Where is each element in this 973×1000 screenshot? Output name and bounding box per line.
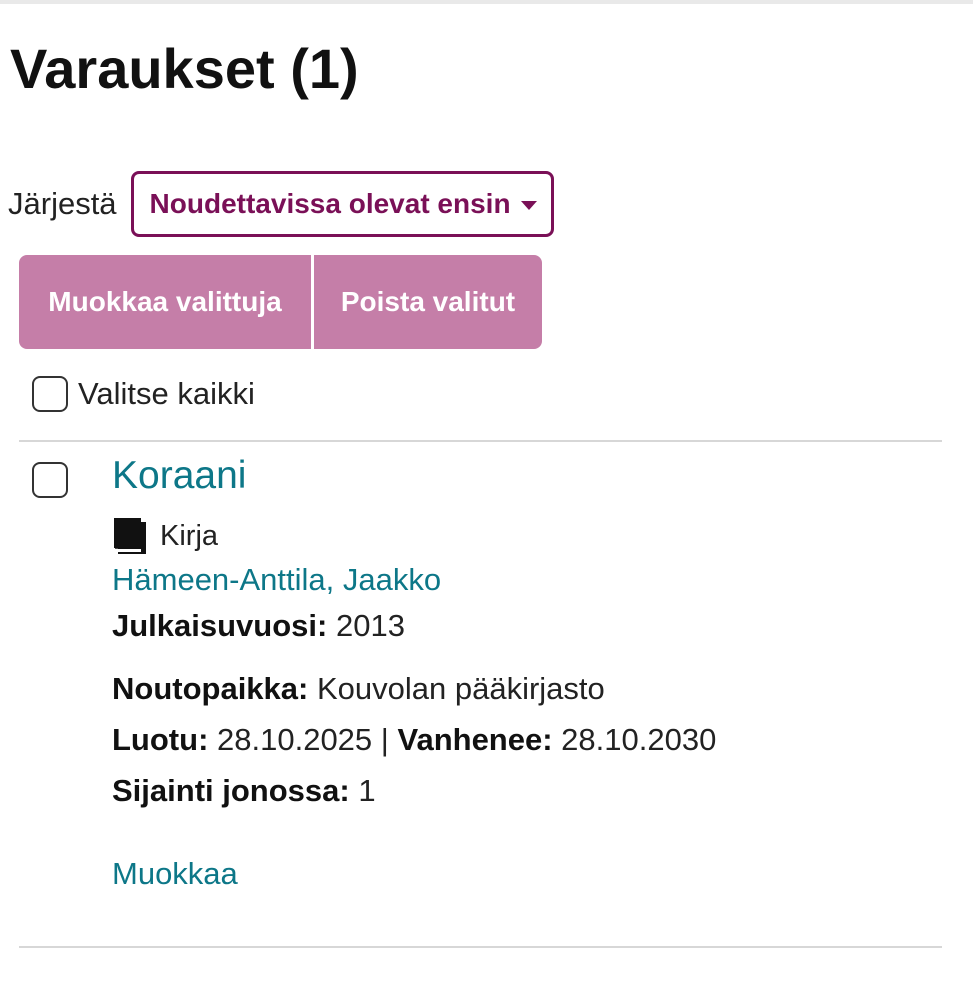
year-value: 2013 xyxy=(335,608,405,643)
book-icon xyxy=(114,518,146,554)
item-checkbox[interactable] xyxy=(32,462,68,498)
publication-year: Julkaisuvuosi: 2013 xyxy=(112,608,405,644)
top-border xyxy=(0,0,973,4)
date-separator: | xyxy=(380,722,389,757)
item-format: Kirja xyxy=(112,516,218,556)
select-all-checkbox[interactable] xyxy=(32,376,68,412)
queue-value: 1 xyxy=(358,773,376,808)
author-link[interactable]: Hämeen-Anttila, Jaakko xyxy=(112,562,441,598)
select-all[interactable]: Valitse kaikki xyxy=(32,376,255,412)
sort-selected-value: Noudettavissa olevat ensin xyxy=(149,188,511,219)
expires-value: 28.10.2030 xyxy=(561,722,717,757)
sort-row: Järjestä Noudettavissa olevat ensin xyxy=(8,168,554,240)
bulk-actions: Muokkaa valittuja Poista valitut xyxy=(19,255,542,349)
chevron-down-icon xyxy=(520,200,537,210)
pickup-location: Noutopaikka: Kouvolan pääkirjasto xyxy=(112,671,605,707)
delete-selected-button[interactable]: Poista valitut xyxy=(314,255,542,349)
format-label: Kirja xyxy=(160,519,219,552)
divider xyxy=(19,440,942,442)
expires-label: Vanhenee: xyxy=(397,722,553,757)
sort-label: Järjestä xyxy=(8,186,117,221)
item-title-link[interactable]: Koraani xyxy=(112,454,246,498)
queue-position: Sijainti jonossa: 1 xyxy=(112,773,376,809)
page-title: Varaukset (1) xyxy=(10,37,359,100)
sort-select[interactable]: Noudettavissa olevat ensin xyxy=(130,171,554,237)
hold-dates: Luotu: 28.10.2025 | Vanhenee: 28.10.2030 xyxy=(112,722,716,758)
year-label: Julkaisuvuosi: xyxy=(112,608,328,643)
select-all-label: Valitse kaikki xyxy=(78,376,255,411)
divider xyxy=(19,946,942,948)
pickup-label: Noutopaikka: xyxy=(112,671,309,706)
edit-selected-button[interactable]: Muokkaa valittuja xyxy=(19,255,311,349)
created-label: Luotu: xyxy=(112,722,209,757)
edit-hold-link[interactable]: Muokkaa xyxy=(112,856,238,892)
queue-label: Sijainti jonossa: xyxy=(112,773,350,808)
created-value: 28.10.2025 xyxy=(217,722,373,757)
pickup-value: Kouvolan pääkirjasto xyxy=(316,671,605,706)
